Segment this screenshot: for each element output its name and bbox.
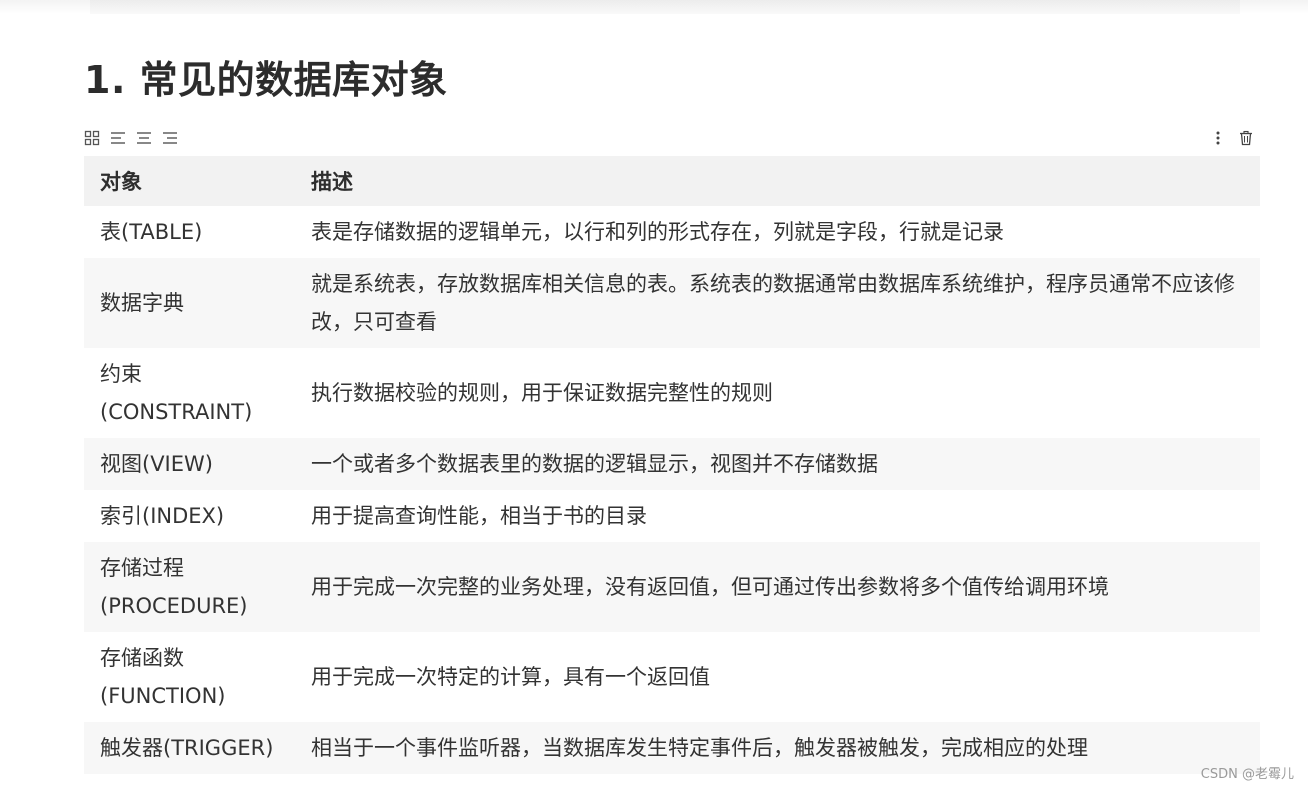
table-row: 存储函数 (FUNCTION) 用于完成一次特定的计算，具有一个返回值 xyxy=(84,632,1260,722)
object-description-cell: 用于完成一次特定的计算，具有一个返回值 xyxy=(311,665,710,689)
top-strip xyxy=(90,0,1240,14)
table-row: 数据字典 就是系统表，存放数据库相关信息的表。系统表的数据通常由数据库系统维护，程… xyxy=(84,258,1260,348)
trash-icon[interactable] xyxy=(1238,130,1254,146)
object-description-cell: 一个或者多个数据表里的数据的逻辑显示，视图并不存储数据 xyxy=(311,452,878,476)
object-name-line: (CONSTRAINT) xyxy=(100,400,253,424)
object-name-line: 存储过程 xyxy=(100,556,184,580)
table-toolbar-left xyxy=(84,126,178,150)
table-row: 存储过程 (PROCEDURE) 用于完成一次完整的业务处理，没有返回值，但可通过传… xyxy=(84,542,1260,632)
table-row: 索引(INDEX) 用于提高查询性能，相当于书的目录 xyxy=(84,490,1260,542)
object-name-line: 存储函数 xyxy=(100,646,184,670)
table-header-row: 对象 描述 xyxy=(84,156,1260,206)
object-name-line: (PROCEDURE) xyxy=(100,594,248,618)
document-page: 1. 常见的数据库对象 对象 描述 表(TABLE) 表是存储数据的逻辑单元，以… xyxy=(0,0,1308,790)
object-description-cell: 相当于一个事件监听器，当数据库发生特定事件后，触发器被触发，完成相应的处理 xyxy=(311,736,1088,760)
header-object: 对象 xyxy=(100,170,142,194)
object-name-line: 触发器(TRIGGER) xyxy=(100,736,274,760)
object-name-cell: 索引(INDEX) xyxy=(84,490,295,542)
object-name-line: 索引(INDEX) xyxy=(100,504,225,528)
table-row: 表(TABLE) 表是存储数据的逻辑单元，以行和列的形式存在，列就是字段，行就是记… xyxy=(84,206,1260,258)
table-row: 触发器(TRIGGER) 相当于一个事件监听器，当数据库发生特定事件后，触发器被触… xyxy=(84,722,1260,774)
object-name-cell: 约束 (CONSTRAINT) xyxy=(84,348,295,438)
object-name-cell: 表(TABLE) xyxy=(84,206,295,258)
more-vertical-icon[interactable] xyxy=(1210,130,1226,146)
object-name-cell: 存储过程 (PROCEDURE) xyxy=(84,542,295,632)
table-toolbar-right xyxy=(1210,126,1254,150)
object-name-line: 表(TABLE) xyxy=(100,220,203,244)
object-name-cell: 数据字典 xyxy=(84,258,295,348)
object-description-cell: 执行数据校验的规则，用于保证数据完整性的规则 xyxy=(311,381,773,405)
section-heading: 1. 常见的数据库对象 xyxy=(84,58,448,102)
object-description-cell: 用于完成一次完整的业务处理，没有返回值，但可通过传出参数将多个值传给调用环境 xyxy=(311,575,1109,599)
align-center-icon[interactable] xyxy=(136,130,152,146)
align-left-icon[interactable] xyxy=(110,130,126,146)
object-description-cell: 用于提高查询性能，相当于书的目录 xyxy=(311,504,647,528)
object-name-cell: 存储函数 (FUNCTION) xyxy=(84,632,295,722)
align-right-icon[interactable] xyxy=(162,130,178,146)
header-description: 描述 xyxy=(311,170,353,194)
object-name-line: 视图(VIEW) xyxy=(100,452,213,476)
object-name-line: 约束 xyxy=(100,362,142,386)
object-description-cell: 就是系统表，存放数据库相关信息的表。系统表的数据通常由数据库系统维护，程序员通常… xyxy=(311,272,1235,334)
object-description-cell: 表是存储数据的逻辑单元，以行和列的形式存在，列就是字段，行就是记录 xyxy=(311,220,1004,244)
csdn-watermark: CSDN @老霉儿 xyxy=(1200,767,1294,782)
table-body: 表(TABLE) 表是存储数据的逻辑单元，以行和列的形式存在，列就是字段，行就是记… xyxy=(84,206,1260,774)
database-objects-table: 对象 描述 表(TABLE) 表是存储数据的逻辑单元，以行和列的形式存在，列就是字… xyxy=(84,156,1260,774)
object-name-line: (FUNCTION) xyxy=(100,684,226,708)
object-name-cell: 视图(VIEW) xyxy=(84,438,295,490)
object-name-line: 数据字典 xyxy=(100,291,184,315)
table-row: 视图(VIEW) 一个或者多个数据表里的数据的逻辑显示，视图并不存储数据 xyxy=(84,438,1260,490)
table-row: 约束 (CONSTRAINT) 执行数据校验的规则，用于保证数据完整性的规则 xyxy=(84,348,1260,438)
table-grid-icon[interactable] xyxy=(84,130,100,146)
table-toolbar xyxy=(84,126,1260,150)
object-name-cell: 触发器(TRIGGER) xyxy=(84,722,295,774)
